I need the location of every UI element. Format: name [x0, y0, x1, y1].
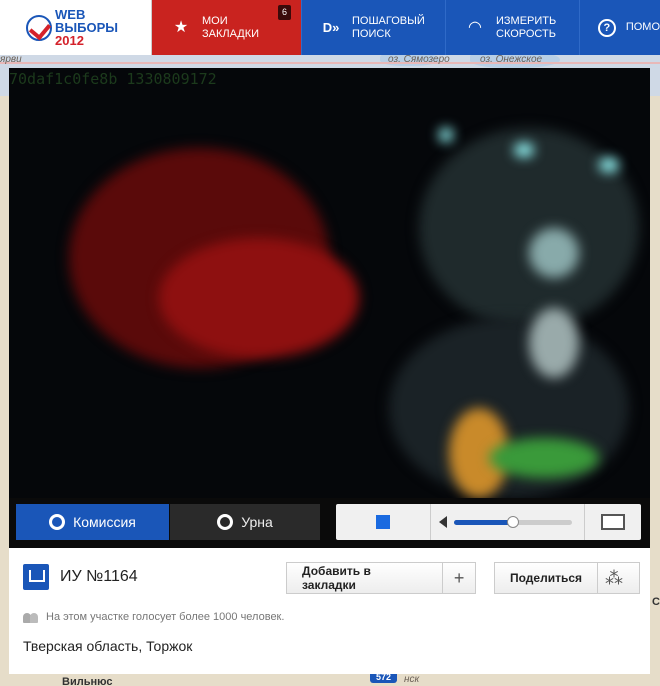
nav-label: Пошаговый — [352, 14, 425, 27]
webcam-icon — [49, 514, 66, 530]
nav-label: Помо — [625, 21, 660, 33]
video-frame-area — [439, 128, 453, 142]
nav-label: Мои — [202, 14, 228, 27]
polling-station-panel: 70daf1c0fe8b 1330809172 Комиссия Урна ИУ… — [9, 68, 650, 674]
logo[interactable]: WEB ВЫБОРЫ 2012 — [0, 0, 152, 55]
fullscreen-button[interactable] — [584, 504, 641, 540]
checkmark-logo-icon — [26, 14, 52, 41]
bookmarks-count-badge: 6 — [277, 5, 291, 20]
share-icon: ⁂ — [597, 563, 630, 593]
nav-measure-speed[interactable]: ◠ Измерить скорость — [446, 0, 580, 55]
nav-label: скорость — [496, 27, 556, 40]
map-label-lake: оз. Онежское — [480, 54, 543, 65]
camera-button-label: Комиссия — [73, 514, 136, 530]
player-bar — [336, 504, 641, 540]
share-label: Поделиться — [510, 571, 583, 585]
volume-slider[interactable] — [454, 516, 572, 528]
add-bookmark-label: Добавить в закладки — [302, 564, 371, 592]
video-controls: Комиссия Урна — [9, 498, 650, 548]
logo-text: WEB ВЫБОРЫ 2012 — [55, 8, 118, 47]
stream-id-overlay: 70daf1c0fe8b 1330809172 — [9, 70, 217, 88]
station-location: Тверская область, Торжок — [23, 638, 193, 654]
star-icon: ★ — [173, 19, 189, 36]
stop-icon — [376, 515, 390, 529]
station-info: ИУ №1164 Добавить в закладки + Поделитьс… — [9, 548, 650, 674]
station-title: ИУ №1164 — [60, 568, 138, 585]
video-stream[interactable]: 70daf1c0fe8b 1330809172 Комиссия Урна — [9, 68, 650, 548]
webcam-icon — [217, 514, 234, 530]
nav-label: закладки — [202, 27, 260, 40]
volume-icon[interactable] — [439, 516, 447, 528]
video-frame-area — [489, 438, 599, 478]
help-icon: ? — [598, 18, 616, 37]
map-label-lake: оз. Сямозеро — [388, 54, 450, 65]
voters-info: На этом участке голосует более 1000 чело… — [23, 611, 284, 623]
logo-text-year: 2012 — [55, 33, 84, 48]
video-frame-area — [599, 158, 619, 172]
video-frame-area — [514, 143, 534, 157]
voters-text: На этом участке голосует более 1000 чело… — [46, 611, 285, 623]
speedometer-icon: ◠ — [468, 19, 482, 36]
nav-help[interactable]: ? Помо — [580, 0, 660, 55]
add-bookmark-button[interactable]: Добавить в закладки + — [286, 562, 476, 594]
nav-step-search[interactable]: D» Пошаговый поиск — [302, 0, 446, 55]
map-label-city: ярви — [0, 54, 22, 65]
nav-my-bookmarks[interactable]: ★ Мои закладки 6 — [152, 0, 302, 55]
nav-label: Измерить — [496, 14, 557, 27]
volume-handle[interactable] — [507, 516, 519, 528]
share-button[interactable]: Поделиться ⁂ — [494, 562, 640, 594]
people-icon — [23, 612, 39, 623]
map-label-edge: С — [652, 596, 660, 608]
plus-icon: + — [442, 563, 475, 593]
map-label-city: нск — [404, 674, 420, 685]
map-road — [0, 62, 660, 64]
video-frame-area — [529, 308, 579, 378]
nav-label: поиск — [352, 27, 391, 40]
ballot-box-icon — [23, 564, 49, 590]
video-frame-area — [159, 238, 359, 358]
camera-commission-button[interactable]: Комиссия — [16, 504, 169, 540]
fullscreen-icon — [601, 514, 625, 530]
video-frame-area — [529, 228, 579, 278]
map-label-city: Вильнюс — [62, 676, 113, 686]
step-search-icon: D» — [322, 20, 340, 35]
volume-fill — [454, 520, 513, 525]
camera-urn-button[interactable]: Урна — [170, 504, 320, 540]
stop-button[interactable] — [336, 504, 431, 540]
top-navigation: WEB ВЫБОРЫ 2012 ★ Мои закладки 6 D» Поша… — [0, 0, 660, 55]
camera-button-label: Урна — [241, 514, 273, 530]
